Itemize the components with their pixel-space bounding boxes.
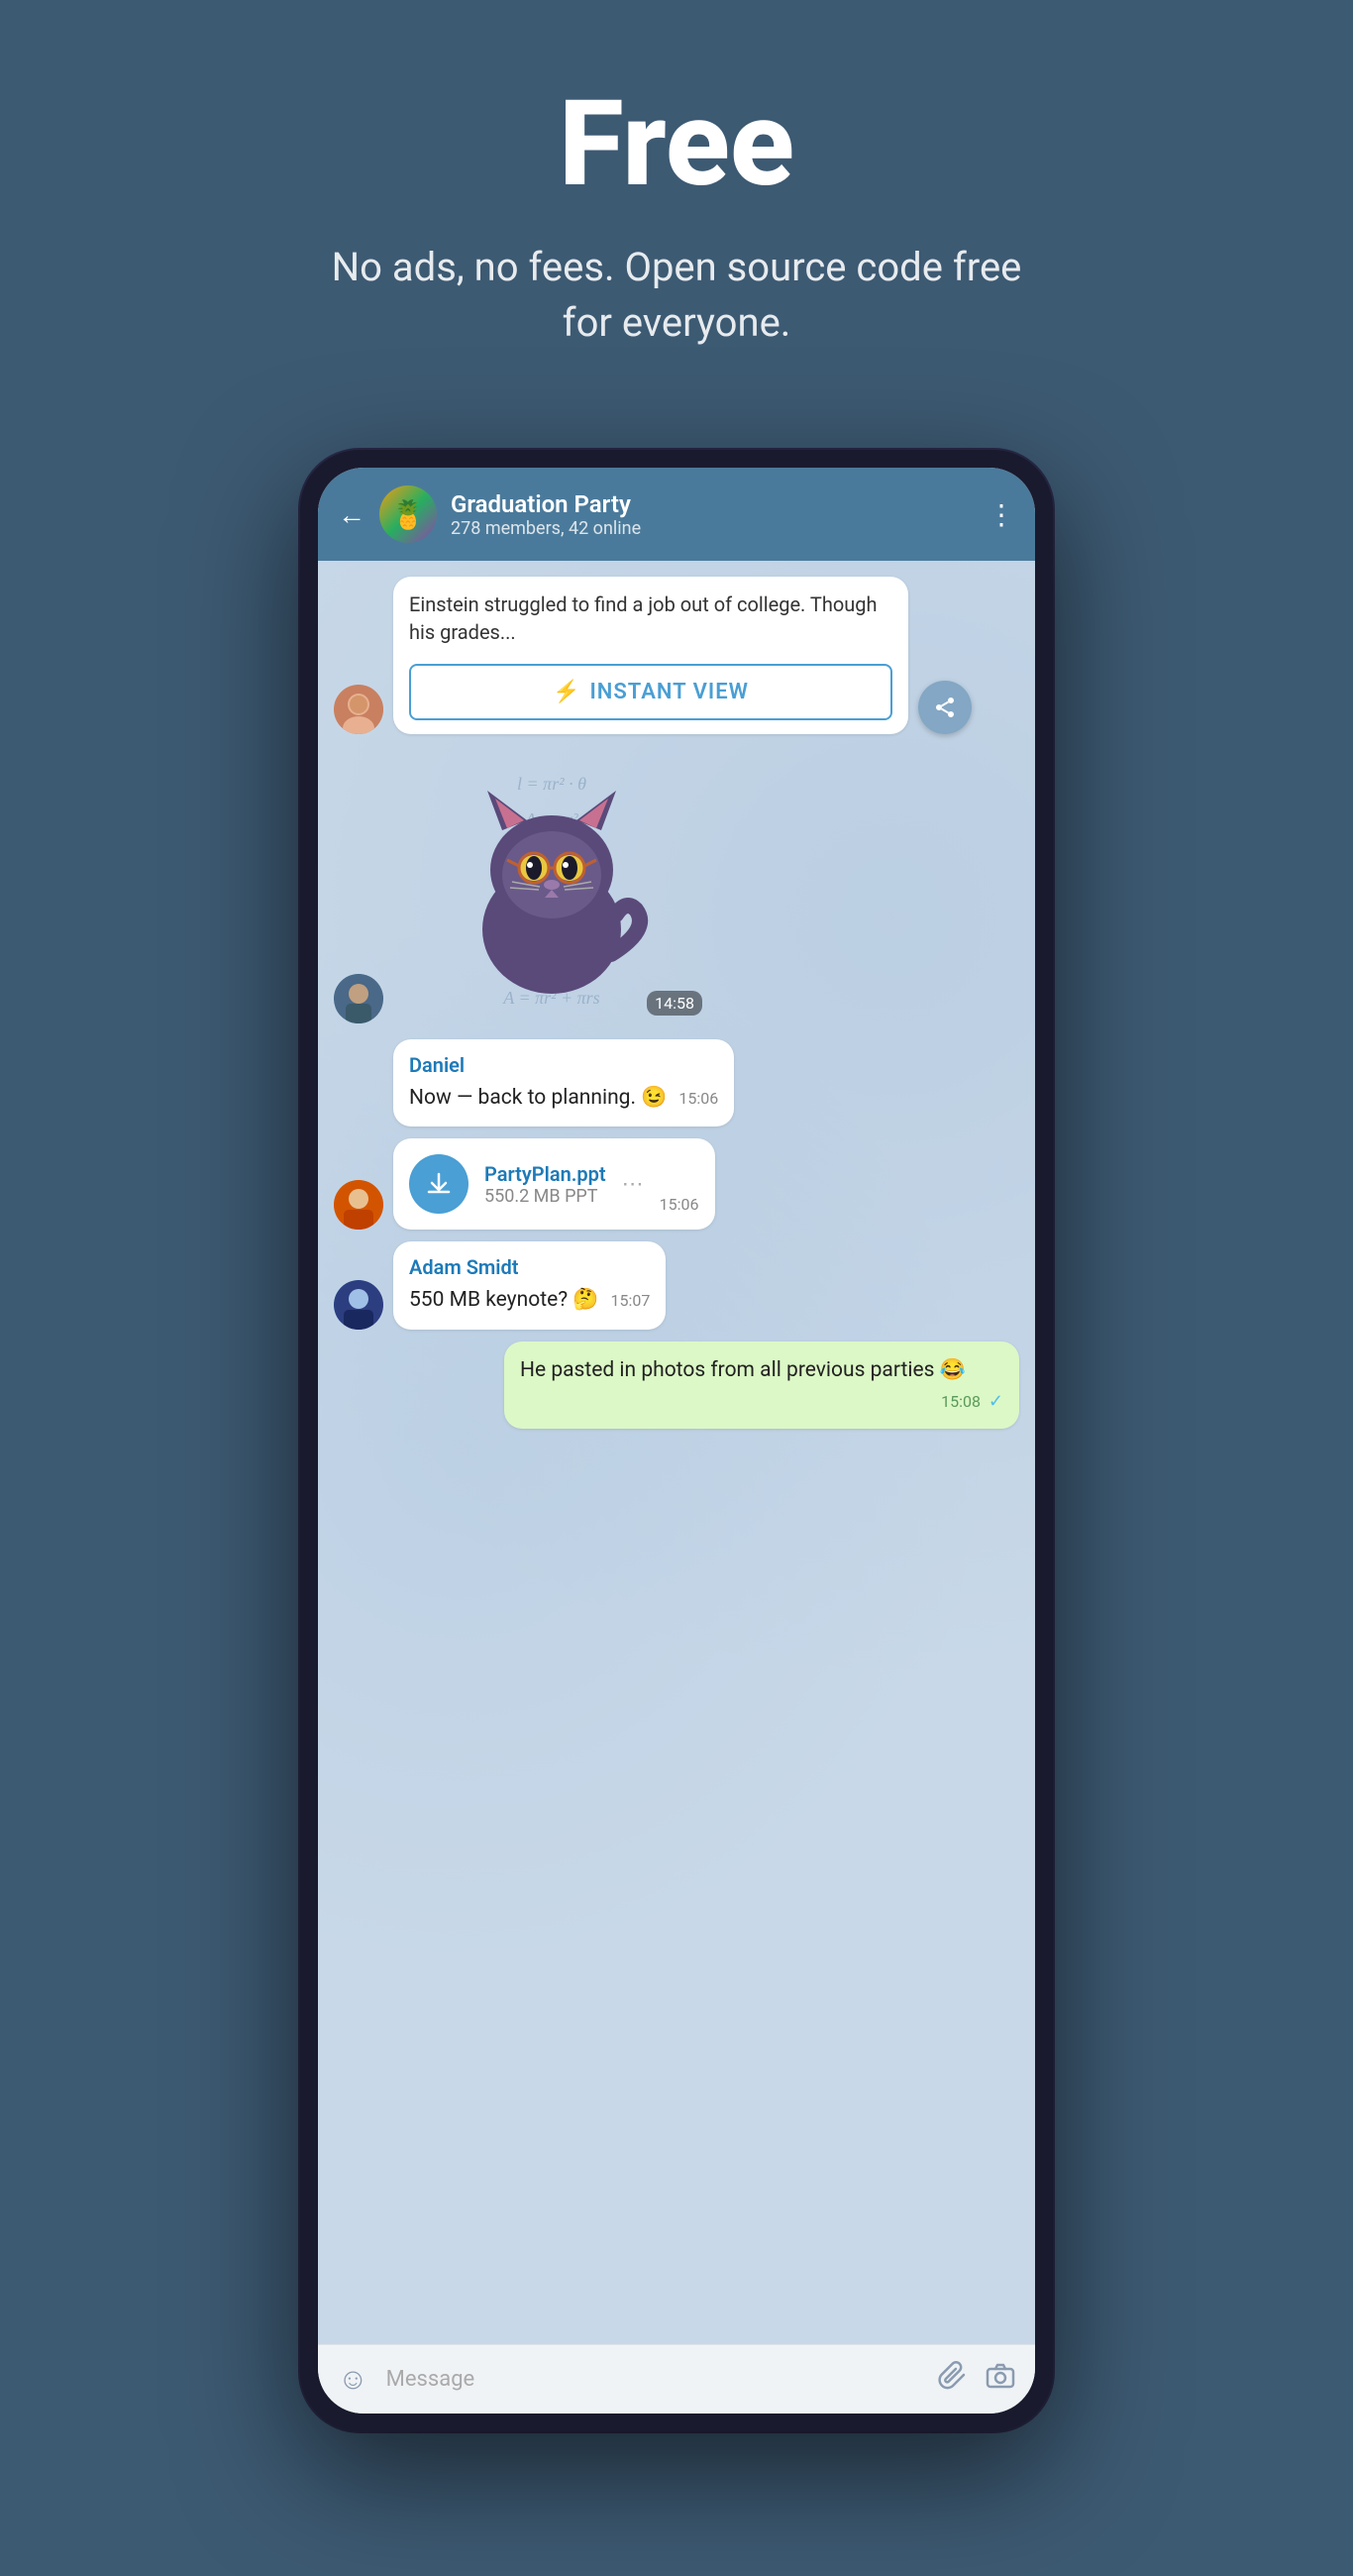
group-avatar: 🍍 [379,485,437,543]
sender-avatar-boy1 [334,974,383,1023]
adam-message-row: Adam Smidt 550 MB keynote? 🤔 15:07 [334,1241,1019,1329]
own-time: 15:08 ✓ [941,1389,1003,1415]
attach-button[interactable] [938,2361,968,2398]
article-bubble: Einstein struggled to find a job out of … [393,577,908,734]
file-time: 15:06 [660,1195,699,1214]
file-size: 550.2 MB PPT [484,1186,606,1207]
hero-subtitle: No ads, no fees. Open source code free f… [330,240,1023,351]
daniel-text: Now — back to planning. 😉 15:06 [409,1083,718,1113]
phone-mockup: ← 🍍 Graduation Party 278 members, 42 onl… [300,450,1053,2431]
own-bubble: He pasted in photos from all previous pa… [504,1342,1019,1430]
sender-avatar-boy2 [334,1180,383,1230]
article-message-row: Einstein struggled to find a job out of … [334,577,1019,734]
adam-text: 550 MB keynote? 🤔 15:07 [409,1285,650,1315]
message-input[interactable]: Message [386,2367,920,2392]
phone-inner: ← 🍍 Graduation Party 278 members, 42 onl… [318,468,1035,2414]
cat-sticker [453,771,651,999]
chat-body: Einstein struggled to find a job out of … [318,561,1035,2344]
more-button[interactable]: ⋮ [988,498,1015,531]
phone-outer: ← 🍍 Graduation Party 278 members, 42 onl… [300,450,1053,2431]
adam-sender: Adam Smidt [409,1255,650,1279]
sticker-background: l = πr² · θ A = πr² V = l³ P = 2πr A = π… [393,746,710,1023]
check-mark: ✓ [989,1391,1003,1412]
back-button[interactable]: ← [338,498,365,531]
file-bubble: PartyPlan.ppt 550.2 MB PPT ⋯ 15:06 [393,1138,715,1230]
daniel-bubble: Daniel Now — back to planning. 😉 15:06 [393,1039,734,1127]
sender-avatar-girl [334,685,383,734]
instant-view-label: INSTANT VIEW [589,680,749,704]
daniel-sender: Daniel [409,1053,718,1077]
download-button[interactable] [409,1154,468,1214]
group-meta: 278 members, 42 online [451,518,974,539]
sticker-time: 14:58 [647,991,702,1016]
file-name: PartyPlan.ppt [484,1162,606,1186]
group-name: Graduation Party [451,490,974,518]
chat-header: ← 🍍 Graduation Party 278 members, 42 onl… [318,468,1035,561]
chat-input-bar: ☺ Message [318,2344,1035,2414]
hero-section: Free No ads, no fees. Open source code f… [0,0,1353,410]
hero-title: Free [559,79,794,210]
file-more-button[interactable]: ⋯ [622,1172,644,1197]
lightning-icon: ⚡ [553,680,579,704]
camera-button[interactable] [986,2361,1015,2398]
own-message-row: He pasted in photos from all previous pa… [334,1342,1019,1430]
file-message-row: PartyPlan.ppt 550.2 MB PPT ⋯ 15:06 [334,1138,1019,1230]
adam-bubble: Adam Smidt 550 MB keynote? 🤔 15:07 [393,1241,666,1329]
sticker-message: l = πr² · θ A = πr² V = l³ P = 2πr A = π… [393,746,710,1023]
adam-time: 15:07 [610,1289,650,1312]
own-text: He pasted in photos from all previous pa… [520,1355,1003,1385]
sender-avatar-boy3 [334,1280,383,1330]
daniel-time: 15:06 [678,1087,718,1110]
article-text: Einstein struggled to find a job out of … [393,577,908,656]
file-info: PartyPlan.ppt 550.2 MB PPT [484,1162,606,1207]
emoji-button[interactable]: ☺ [338,2362,368,2397]
chat-info: Graduation Party 278 members, 42 online [451,490,974,539]
share-button[interactable] [918,681,972,734]
daniel-message-row: Daniel Now — back to planning. 😉 15:06 [334,1039,1019,1127]
instant-view-button[interactable]: ⚡ INSTANT VIEW [409,664,892,720]
